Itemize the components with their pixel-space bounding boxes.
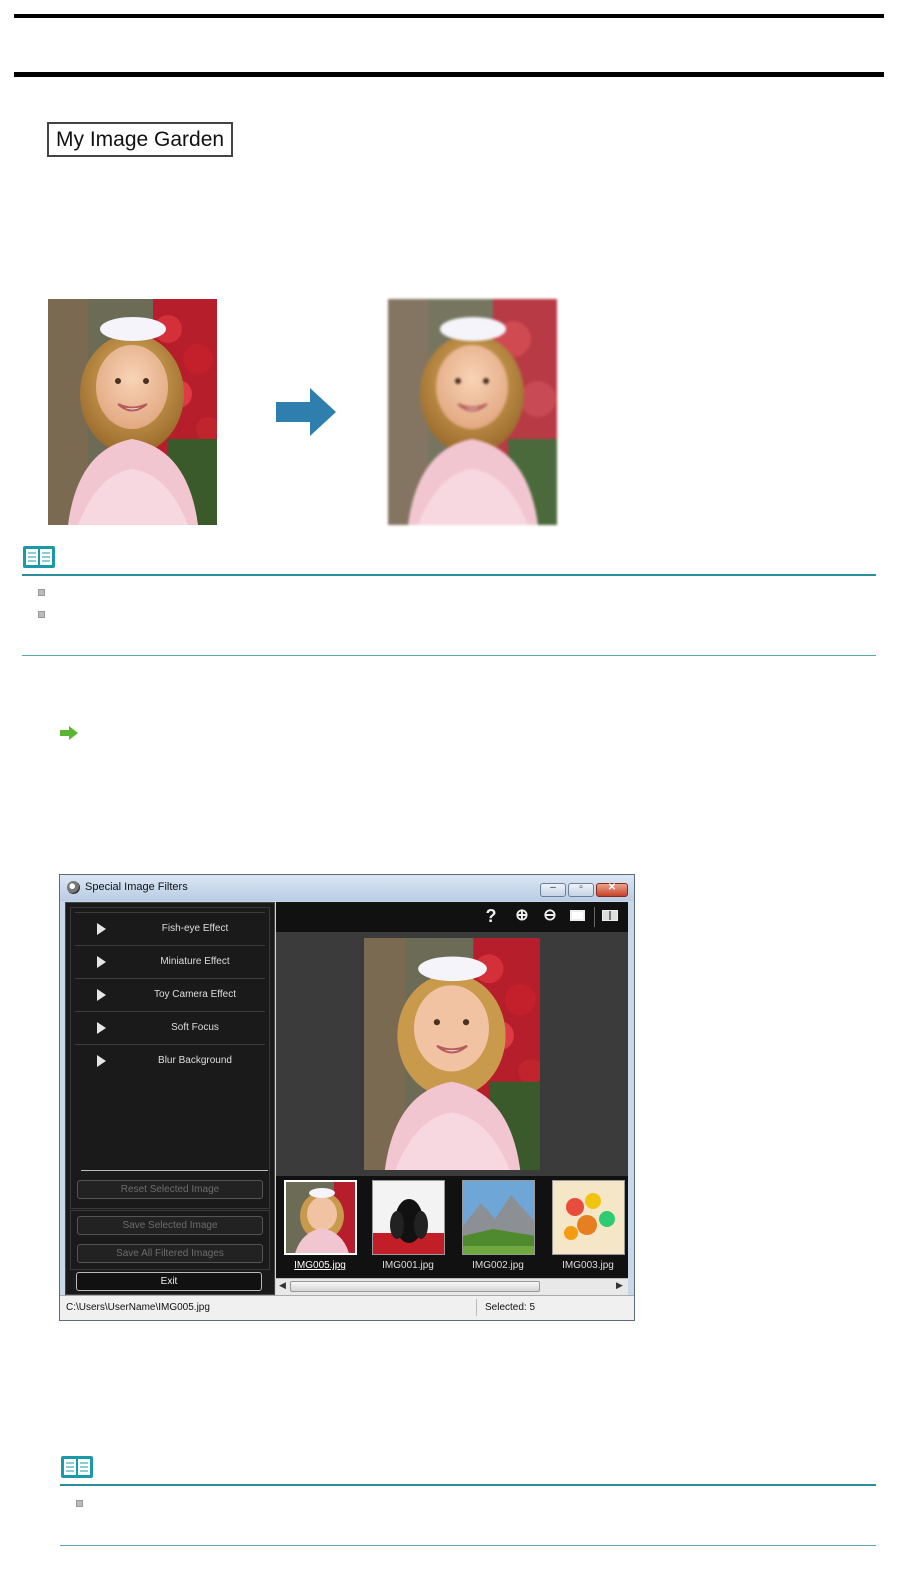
thumbnail-label: IMG005.jpg [294,1260,346,1271]
status-selected-count: Selected: 5 [485,1302,536,1313]
zoom-in-icon[interactable]: ⊕ [512,906,532,926]
thumbnail[interactable] [462,1180,535,1255]
header-rule [14,72,884,77]
status-file-path: C:\Users\UserName\IMG005.jpg [66,1302,210,1313]
thumbnail[interactable] [552,1180,625,1255]
save-group: Save Selected Image Save All Filtered Im… [70,1210,270,1270]
effects-list: Fish-eye Effect Miniature Effect Toy Cam… [70,907,270,1209]
play-icon [97,923,106,935]
effect-miniature[interactable]: Miniature Effect [75,945,265,978]
arrow-right-icon [276,388,336,436]
thumbnail-label: IMG003.jpg [562,1260,614,1271]
compare-icon[interactable] [600,906,620,926]
window-titlebar: Special Image Filters – ▫ ✕ [60,875,634,901]
full-screen-icon[interactable] [568,906,588,926]
note-rule-bottom [60,1545,876,1546]
maximize-icon[interactable]: ▫ [568,882,594,897]
top-rule [14,14,884,18]
status-bar: C:\Users\UserName\IMG005.jpg Selected: 5 [60,1295,634,1320]
note-bullet [38,589,45,596]
thumbnail[interactable] [284,1180,357,1255]
status-divider [476,1299,477,1316]
thumbnail-label: IMG001.jpg [382,1260,434,1271]
scroll-left-icon[interactable]: ◀ [279,1280,286,1291]
thumbnail-scrollbar[interactable]: ◀ ▶ [276,1278,628,1295]
window-title: Special Image Filters [85,881,188,893]
scroll-right-icon[interactable]: ▶ [616,1280,623,1291]
close-icon[interactable]: ✕ [596,882,628,897]
reset-selected-image-button[interactable]: Reset Selected Image [77,1180,263,1199]
save-selected-image-button[interactable]: Save Selected Image [77,1216,263,1235]
toolbar-divider [594,907,595,927]
help-icon[interactable]: ? [481,906,501,926]
note-bullet [76,1500,83,1507]
play-icon [97,1022,106,1034]
divider [81,1170,268,1171]
effect-toy-camera[interactable]: Toy Camera Effect [75,978,265,1011]
image-preview-area [276,932,628,1176]
note-rule-top [60,1484,876,1486]
effect-blur-background[interactable]: Blur Background [75,1044,265,1077]
zoom-out-icon[interactable]: ⊖ [540,906,560,926]
minimize-icon[interactable]: – [540,882,566,897]
scroll-thumb[interactable] [290,1281,540,1292]
special-image-filters-window: Special Image Filters – ▫ ✕ Fish-eye Eff… [59,874,635,1321]
effect-soft-focus[interactable]: Soft Focus [75,1011,265,1044]
play-icon [97,956,106,968]
after-photo [388,299,557,525]
note-rule-bottom [22,655,876,656]
app-icon [67,881,80,894]
product-badge: My Image Garden [47,122,233,157]
note-book-icon [23,546,55,568]
preview-toolbar: ? ⊕ ⊖ [276,902,628,932]
play-icon [97,989,106,1001]
filter-panel: Fish-eye Effect Miniature Effect Toy Cam… [65,902,275,1295]
thumbnail-label: IMG002.jpg [472,1260,524,1271]
link-arrow-icon[interactable] [60,726,78,740]
note-book-icon [61,1456,93,1478]
thumbnail-strip: IMG005.jpg IMG001.jpg IMG002.jpg IMG003.… [276,1176,628,1278]
effect-fish-eye[interactable]: Fish-eye Effect [75,912,265,945]
exit-button[interactable]: Exit [76,1272,262,1291]
note-rule-top [22,574,876,576]
play-icon [97,1055,106,1067]
preview-image [364,938,540,1170]
thumbnail[interactable] [372,1180,445,1255]
note-bullet [38,611,45,618]
before-photo [48,299,217,525]
save-all-filtered-images-button[interactable]: Save All Filtered Images [77,1244,263,1263]
